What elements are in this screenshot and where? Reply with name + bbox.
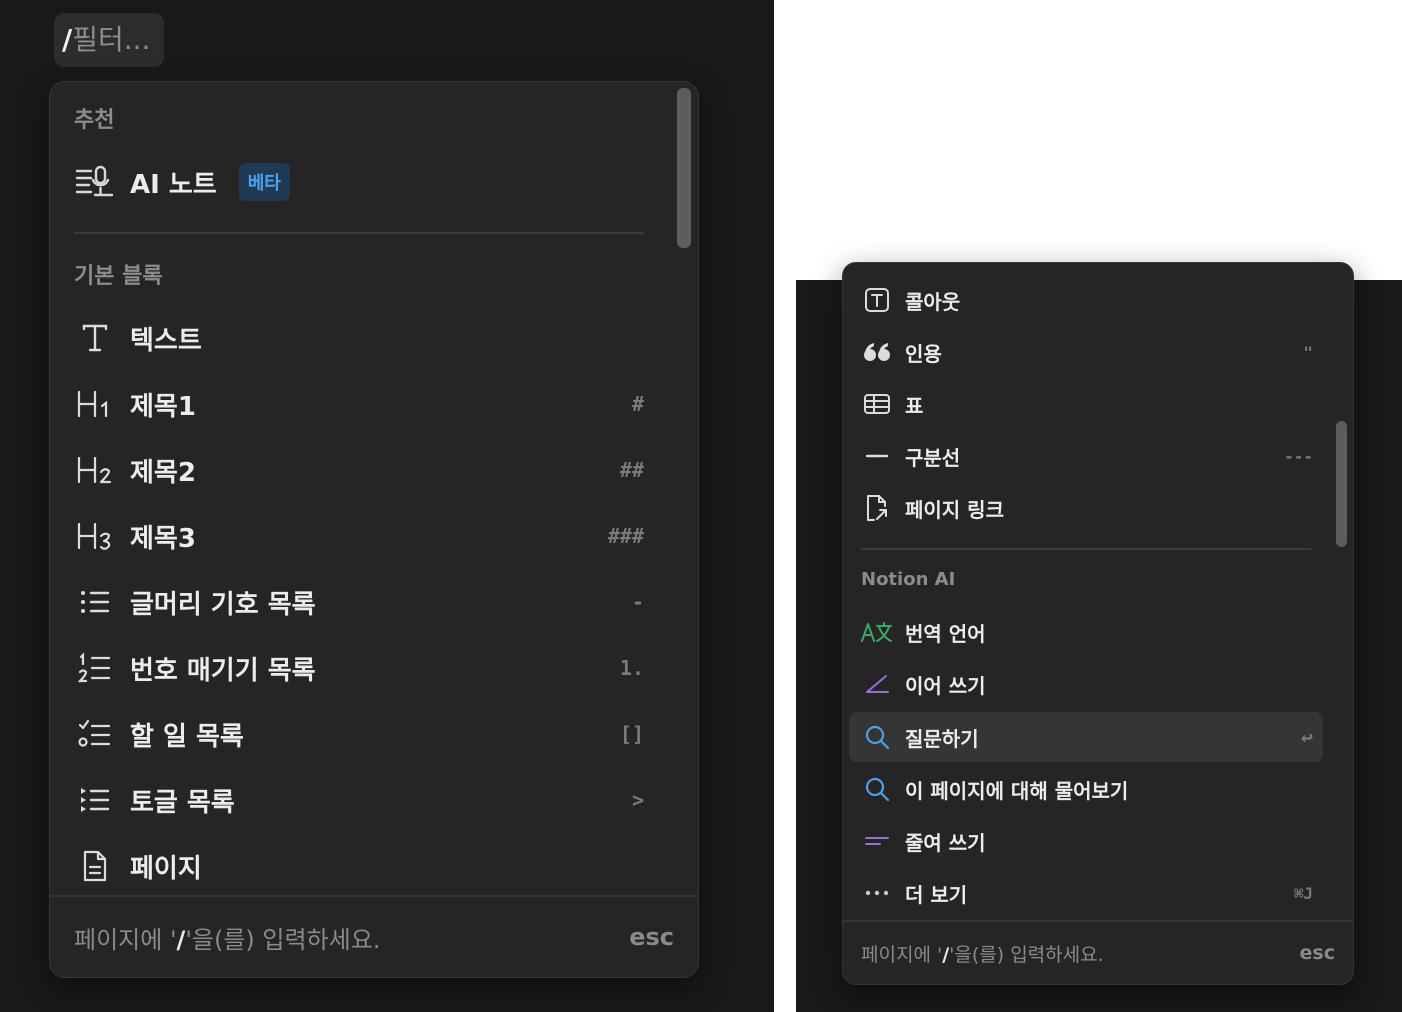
menu-item-shortcut: ##	[619, 458, 644, 482]
menu-item-shortcut: #	[631, 392, 644, 416]
menu-item-shortcut: ---	[1284, 446, 1313, 466]
section-header-basic-blocks: 기본 블록	[74, 264, 163, 289]
heading3-icon	[72, 516, 118, 556]
menu-item-label: AI 노트	[130, 169, 217, 200]
menu-item-heading3[interactable]: 제목3 ###	[72, 508, 646, 564]
menu-item-callout[interactable]: 콜아웃	[849, 275, 1323, 325]
menu-footer: 페이지에 '/'을(를) 입력하세요. esc	[50, 895, 698, 977]
menu-item-label: 번호 매기기 목록	[130, 655, 316, 686]
menu-item-label: 텍스트	[130, 325, 202, 356]
quote-icon	[857, 335, 897, 369]
menu-item-ai-note[interactable]: AI 노트 베타	[72, 154, 646, 210]
menu-item-quote[interactable]: 인용 "	[849, 327, 1323, 377]
menu-item-label: 인용	[905, 341, 942, 366]
menu-item-label: 할 일 목록	[130, 721, 244, 752]
shorten-icon	[857, 824, 897, 858]
menu-item-label: 페이지	[130, 853, 202, 884]
menu-item-label: 제목1	[130, 391, 196, 422]
search-icon	[857, 720, 897, 754]
menu-item-toggle-list[interactable]: 토글 목록 >	[72, 772, 646, 828]
menu-item-label: 이어 쓰기	[905, 673, 986, 698]
menu-item-shortcut: []	[619, 722, 644, 746]
more-icon	[857, 876, 897, 910]
menu-item-text[interactable]: 텍스트	[72, 310, 646, 366]
menu-item-label: 제목2	[130, 457, 196, 488]
menu-item-heading2[interactable]: 제목2 ##	[72, 442, 646, 498]
table-icon	[857, 387, 897, 421]
esc-hint[interactable]: esc	[1300, 942, 1335, 964]
callout-icon	[857, 283, 897, 317]
menu-item-bulleted-list[interactable]: 글머리 기호 목록 -	[72, 574, 646, 630]
menu-item-shortcut: ###	[607, 524, 644, 548]
menu-item-label: 번역 언어	[905, 621, 986, 646]
menu-item-ask-about-page[interactable]: 이 페이지에 대해 물어보기	[849, 764, 1323, 814]
esc-hint[interactable]: esc	[629, 923, 674, 951]
heading1-icon	[72, 384, 118, 424]
enter-key-icon: ↩	[1300, 725, 1313, 749]
section-divider	[74, 232, 644, 234]
toggle-list-icon	[72, 780, 118, 820]
menu-scrollbar[interactable]	[677, 88, 691, 248]
menu-item-page[interactable]: 페이지	[72, 838, 646, 894]
menu-item-shortcut: "	[1303, 342, 1313, 362]
menu-item-heading1[interactable]: 제목1 #	[72, 376, 646, 432]
translate-icon	[857, 615, 897, 649]
footer-hint: 페이지에 '/'을(를) 입력하세요.	[861, 943, 1104, 966]
menu-item-shorten[interactable]: 줄여 쓰기	[849, 816, 1323, 866]
footer-slash: /	[176, 925, 186, 954]
menu-item-label: 토글 목록	[130, 787, 235, 818]
menu-item-label: 제목3	[130, 523, 196, 554]
numbered-list-icon	[72, 648, 118, 688]
menu-item-page-link[interactable]: 페이지 링크	[849, 483, 1323, 533]
menu-item-label: 콜아웃	[905, 289, 961, 314]
menu-item-label: 질문하기	[905, 726, 979, 751]
beta-badge: 베타	[238, 163, 290, 201]
menu-item-shortcut: ⌘J	[1293, 883, 1313, 903]
menu-item-more[interactable]: 더 보기 ⌘J	[849, 868, 1323, 918]
slash-command-menu-scrolled[interactable]: 콜아웃 인용 " 표 구분선 --- 페이지 링크 Notion AI 번역 언…	[842, 262, 1354, 985]
menu-item-ask-ai[interactable]: 질문하기 ↩	[849, 712, 1323, 762]
menu-item-shortcut: -	[631, 590, 644, 614]
menu-item-continue-writing[interactable]: 이어 쓰기	[849, 659, 1323, 709]
filter-input[interactable]: /필터...	[54, 13, 164, 67]
todo-list-icon	[72, 714, 118, 754]
menu-item-label: 줄여 쓰기	[905, 830, 986, 855]
menu-item-label: 더 보기	[905, 882, 968, 907]
heading2-icon	[72, 450, 118, 490]
menu-item-translate[interactable]: 번역 언어	[849, 607, 1323, 657]
menu-item-label: 표	[905, 393, 924, 418]
section-header-recommended: 추천	[74, 108, 115, 133]
search-icon	[857, 772, 897, 806]
text-icon	[72, 318, 118, 358]
filter-slash: /	[62, 23, 73, 56]
footer-hint: 페이지에 '/'을(를) 입력하세요.	[74, 925, 381, 954]
menu-footer: 페이지에 '/'을(를) 입력하세요. esc	[843, 920, 1353, 984]
menu-item-label: 구분선	[905, 445, 961, 470]
section-divider	[861, 548, 1311, 550]
menu-item-divider[interactable]: 구분선 ---	[849, 431, 1323, 481]
bulleted-list-icon	[72, 582, 118, 622]
menu-item-label: 글머리 기호 목록	[130, 589, 316, 620]
page-icon	[72, 846, 118, 886]
menu-scrollbar[interactable]	[1336, 421, 1347, 547]
menu-item-table[interactable]: 표	[849, 379, 1323, 429]
slash-command-menu[interactable]: 추천 AI 노트 베타 기본 블록 텍스트 제목1 # 제목2 ## 제목3 #…	[49, 81, 699, 978]
section-header-notion-ai: Notion AI	[861, 569, 956, 590]
menu-item-label: 페이지 링크	[905, 497, 1004, 522]
ai-note-icon	[72, 162, 118, 202]
menu-item-shortcut: >	[631, 788, 644, 812]
menu-item-todo-list[interactable]: 할 일 목록 []	[72, 706, 646, 762]
menu-item-shortcut: 1.	[619, 656, 644, 680]
menu-item-numbered-list[interactable]: 번호 매기기 목록 1.	[72, 640, 646, 696]
pen-icon	[857, 667, 897, 701]
menu-item-label: 이 페이지에 대해 물어보기	[905, 778, 1129, 803]
page-link-icon	[857, 491, 897, 525]
divider-icon	[857, 439, 897, 473]
filter-placeholder: 필터...	[72, 23, 151, 56]
